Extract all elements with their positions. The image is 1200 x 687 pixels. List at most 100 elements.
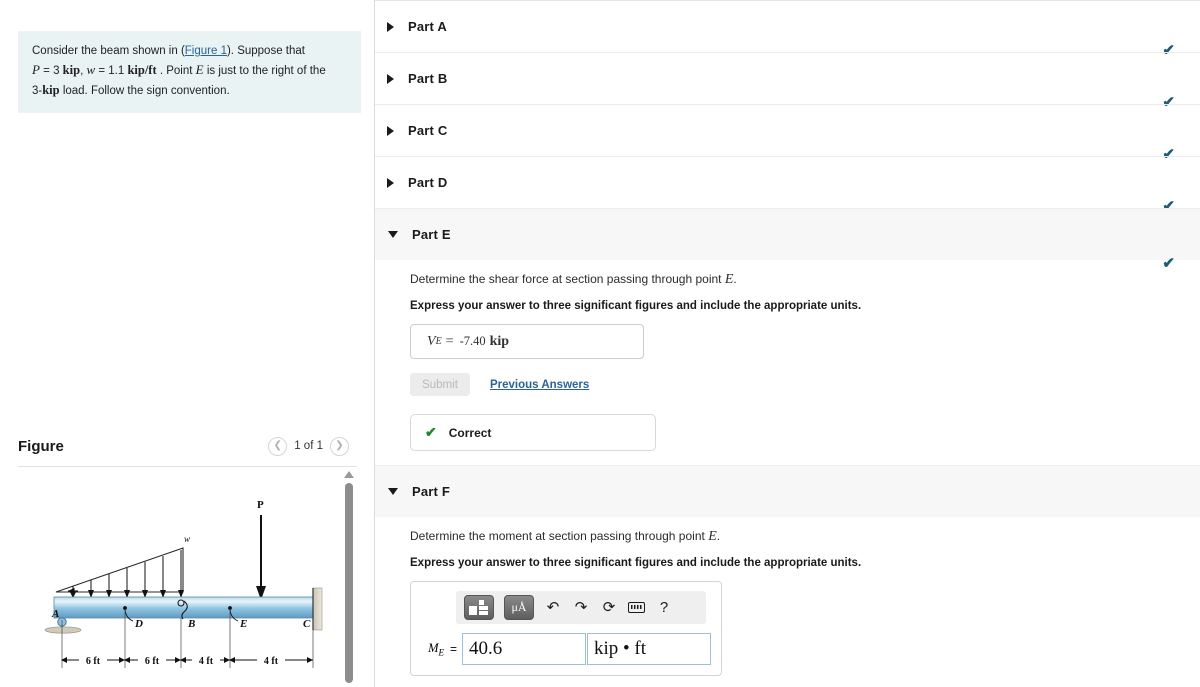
question-statement: Consider the beam shown in (Figure 1). S… [18, 31, 361, 114]
submit-button-e: Submit [410, 373, 470, 396]
instruction-f: Express your answer to three significant… [410, 557, 862, 569]
w-equals: = 1.1 [98, 65, 125, 78]
part-section-d: Part D ✔ [375, 156, 1200, 214]
part-section-a: Part A ✔ [375, 0, 1200, 58]
help-icon[interactable]: ? [655, 599, 673, 617]
undo-icon[interactable]: ↶ [544, 599, 562, 617]
answer-value-input-f[interactable] [462, 633, 586, 665]
scrollbar-thumb[interactable] [345, 483, 353, 683]
part-label-e: Part E [412, 227, 451, 242]
figure-link[interactable]: Figure 1 [185, 45, 227, 57]
left-panel: Consider the beam shown in (Figure 1). S… [0, 0, 375, 687]
variable-w: w [86, 62, 96, 78]
svg-text:B: B [187, 618, 195, 630]
svg-text:4 ft: 4 ft [199, 656, 214, 667]
instruction-e: Express your answer to three significant… [410, 300, 862, 312]
svg-text:C: C [303, 618, 311, 630]
answer-subscript-e: E [435, 336, 442, 347]
prompt-f-period: . [716, 529, 721, 543]
point-text: . Point [159, 65, 193, 78]
part-label-c: Part C [408, 123, 448, 138]
svg-text:P: P [257, 499, 264, 511]
svg-text:6 ft: 6 ft [145, 656, 160, 667]
answer-panel: Part A ✔ Part B ✔ Part C ✔ Part D ✔ Part… [375, 0, 1200, 687]
figure-prev-button[interactable]: ❮ [268, 436, 288, 456]
figure-page-label: 1 of 1 [294, 440, 323, 452]
question-text-part3: is just to the right of the [206, 65, 326, 78]
part-header-b[interactable]: Part B [375, 53, 1200, 104]
prompt-f: Determine the moment at section passing … [410, 529, 1200, 545]
problem-page: Consider the beam shown in (Figure 1). S… [0, 0, 1200, 687]
prompt-e-period: . [733, 272, 737, 286]
chevron-right-icon [387, 73, 394, 84]
part-header-a[interactable]: Part A [375, 1, 1200, 52]
answer-unit-input-f[interactable] [587, 633, 711, 665]
part-header-e[interactable]: Part E [375, 209, 1200, 260]
answer-display-e[interactable]: VE = -7.40 kip [410, 324, 644, 359]
load-value: 3- [32, 84, 43, 97]
part-header-d[interactable]: Part D [375, 157, 1200, 208]
reset-icon[interactable]: ⟳ [600, 599, 618, 617]
prompt-e-text: Determine the shear force at section pas… [410, 272, 722, 286]
chevron-right-icon [387, 177, 394, 188]
figure-pager: ❮ 1 of 1 ❯ [268, 436, 349, 456]
question-text-part4: load. Follow the sign convention. [59, 84, 230, 97]
answer-symbol-e: V [427, 333, 436, 349]
part-label-f: Part F [412, 484, 451, 499]
part-body-f: Determine the moment at section passing … [375, 517, 1200, 687]
feedback-banner-e: ✔ Correct [410, 414, 656, 451]
correct-check-icon: ✔ [425, 424, 437, 440]
part-section-f: Part F Determine the moment at section p… [375, 465, 1200, 687]
answer-input-row-f: ME = [421, 633, 711, 665]
previous-answers-link-e[interactable]: Previous Answers [490, 379, 589, 391]
units-icon[interactable]: μÅ [504, 595, 534, 620]
part-section-b: Part B ✔ [375, 52, 1200, 110]
figure-header: Figure ❮ 1 of 1 ❯ [0, 430, 375, 462]
feedback-text-e: Correct [448, 425, 492, 440]
redo-icon[interactable]: ↷ [572, 599, 590, 617]
figure-divider [18, 466, 357, 467]
prompt-f-text: Determine the moment at section passing … [410, 529, 705, 543]
chevron-right-icon [387, 125, 394, 136]
question-text-part2: ). Suppose that [226, 45, 305, 57]
answer-widget-f: μÅ ↶ ↷ ⟳ ? ME = [410, 581, 722, 676]
prompt-f-symbol: E [708, 529, 717, 544]
part-body-e: Determine the shear force at section pas… [375, 260, 1200, 451]
P-equals: = 3 [43, 65, 60, 78]
part-section-e: Part E ✔ Determine the shear force at se… [375, 208, 1200, 451]
scroll-up-icon[interactable] [344, 471, 354, 478]
svg-text:6 ft: 6 ft [86, 656, 101, 667]
chevron-right-icon [387, 21, 394, 32]
answer-equals-f: = [449, 642, 457, 656]
variable-P: P [32, 62, 40, 78]
svg-text:E: E [239, 618, 247, 630]
figure-title: Figure [18, 437, 64, 455]
variable-E: E [195, 62, 204, 78]
figure-scrollbar[interactable] [342, 468, 356, 687]
answer-value-e: -7.40 [459, 334, 486, 348]
P-units: kip [62, 63, 81, 78]
part-section-c: Part C ✔ [375, 104, 1200, 162]
prompt-e: Determine the shear force at section pas… [410, 272, 1200, 288]
answer-unit-e: kip [489, 333, 510, 349]
beam-figure: w P D E A B C 6 ft 6 ft 4 ft 4 ft [18, 470, 340, 687]
svg-text:A: A [51, 608, 59, 620]
keyboard-icon[interactable] [628, 602, 645, 613]
part-header-c[interactable]: Part C [375, 105, 1200, 156]
comma: , [80, 65, 84, 78]
chevron-down-icon [388, 231, 398, 238]
w-units: kip/ft [127, 63, 157, 78]
part-header-f[interactable]: Part F [375, 466, 1200, 517]
svg-text:w: w [184, 534, 190, 544]
answer-equals-e: = [445, 333, 454, 349]
template-icon[interactable] [464, 595, 494, 620]
figure-next-button[interactable]: ❯ [330, 436, 349, 456]
part-label-a: Part A [408, 19, 448, 34]
question-text-part1: Consider the beam shown in ( [32, 45, 185, 57]
part-label-d: Part D [408, 175, 448, 190]
svg-text:4 ft: 4 ft [264, 656, 279, 667]
load-unit: kip [42, 82, 60, 97]
svg-text:D: D [134, 618, 143, 630]
part-label-b: Part B [408, 71, 448, 86]
answer-symbol-f: ME [428, 640, 444, 658]
